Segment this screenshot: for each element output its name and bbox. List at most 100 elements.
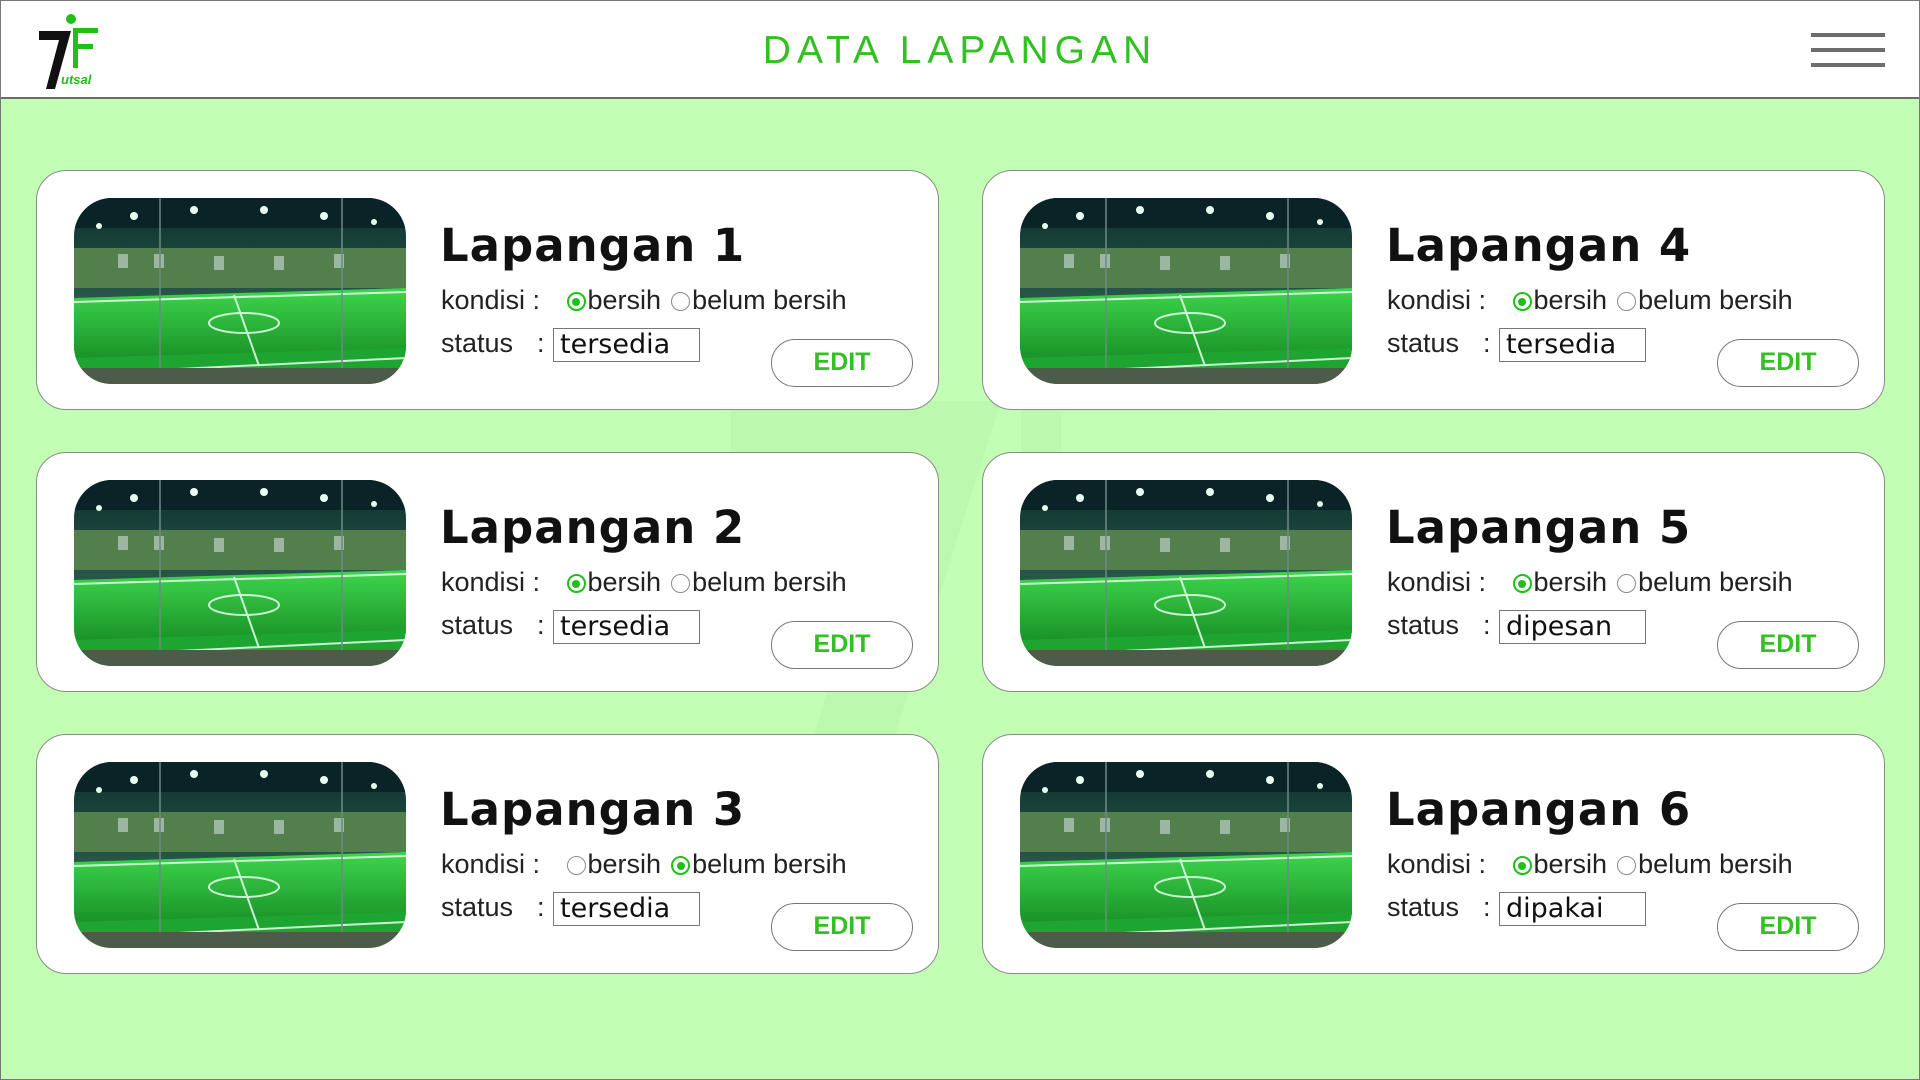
kondisi-label: kondisi : bbox=[1387, 849, 1487, 879]
kondisi-row: kondisi : bersih belum bersih bbox=[441, 285, 857, 316]
kondisi-option-bersih[interactable]: bersih bbox=[566, 849, 662, 880]
kondisi-row: kondisi : bersih belum bersih bbox=[1387, 567, 1803, 598]
field-name: Lapangan 1 bbox=[440, 219, 746, 272]
kondisi-row: kondisi : bersih belum bersih bbox=[1387, 285, 1803, 316]
option-label-bersih: bersih bbox=[587, 849, 662, 879]
kondisi-option-bersih[interactable]: bersih bbox=[1512, 567, 1608, 598]
radio-bersih[interactable] bbox=[1512, 574, 1532, 593]
status-row: status: bbox=[441, 892, 553, 923]
radio-belum-bersih[interactable] bbox=[1617, 856, 1637, 875]
status-input[interactable]: tersedia bbox=[553, 328, 700, 362]
radio-belum-bersih[interactable] bbox=[671, 574, 691, 593]
field-card-6: Lapangan 6 kondisi : bersih belum bersih … bbox=[982, 734, 1885, 974]
field-photo bbox=[1020, 198, 1352, 384]
field-name: Lapangan 5 bbox=[1386, 501, 1692, 554]
kondisi-label: kondisi : bbox=[441, 567, 541, 597]
radio-bersih[interactable] bbox=[1512, 292, 1532, 311]
kondisi-row: kondisi : bersih belum bersih bbox=[441, 849, 857, 880]
app-header: utsal DATA LAPANGAN bbox=[1, 1, 1919, 99]
kondisi-option-bersih[interactable]: bersih bbox=[1512, 849, 1608, 880]
option-label-belum-bersih: belum bersih bbox=[692, 285, 847, 315]
radio-bersih[interactable] bbox=[566, 292, 586, 311]
status-label: status bbox=[1387, 328, 1460, 358]
option-label-belum-bersih: belum bersih bbox=[692, 567, 847, 597]
kondisi-option-belum-bersih[interactable]: belum bersih bbox=[1617, 849, 1793, 880]
radio-bersih[interactable] bbox=[1512, 856, 1532, 875]
edit-button[interactable]: EDIT bbox=[1717, 339, 1859, 387]
kondisi-label: kondisi : bbox=[1387, 567, 1487, 597]
radio-bersih[interactable] bbox=[566, 574, 586, 593]
logo-subtext: utsal bbox=[61, 72, 92, 87]
status-input[interactable]: tersedia bbox=[553, 892, 700, 926]
kondisi-label: kondisi : bbox=[1387, 285, 1487, 315]
field-photo bbox=[74, 762, 406, 948]
edit-button[interactable]: EDIT bbox=[1717, 903, 1859, 951]
option-label-bersih: bersih bbox=[1533, 567, 1608, 597]
field-card-2: Lapangan 2 kondisi : bersih belum bersih … bbox=[36, 452, 939, 692]
kondisi-option-belum-bersih[interactable]: belum bersih bbox=[671, 849, 847, 880]
option-label-belum-bersih: belum bersih bbox=[1638, 849, 1793, 879]
kondisi-row: kondisi : bersih belum bersih bbox=[1387, 849, 1803, 880]
field-photo bbox=[1020, 762, 1352, 948]
kondisi-option-belum-bersih[interactable]: belum bersih bbox=[1617, 567, 1793, 598]
status-label: status bbox=[441, 892, 514, 922]
option-label-bersih: bersih bbox=[1533, 285, 1608, 315]
radio-belum-bersih[interactable] bbox=[671, 856, 691, 875]
edit-button[interactable]: EDIT bbox=[771, 339, 913, 387]
status-input[interactable]: dipakai bbox=[1499, 892, 1646, 926]
status-row: status: bbox=[1387, 328, 1499, 359]
kondisi-label: kondisi : bbox=[441, 849, 541, 879]
page-title: DATA LAPANGAN bbox=[762, 29, 1158, 72]
status-label: status bbox=[1387, 610, 1460, 640]
hamburger-menu-icon[interactable] bbox=[1811, 33, 1885, 67]
status-input[interactable]: dipesan bbox=[1499, 610, 1646, 644]
field-card-4: Lapangan 4 kondisi : bersih belum bersih … bbox=[982, 170, 1885, 410]
status-input[interactable]: tersedia bbox=[1499, 328, 1646, 362]
field-name: Lapangan 6 bbox=[1386, 783, 1692, 836]
status-colon: : bbox=[1483, 610, 1491, 640]
status-colon: : bbox=[1483, 328, 1491, 358]
kondisi-label: kondisi : bbox=[441, 285, 541, 315]
field-photo bbox=[74, 480, 406, 666]
kondisi-option-belum-bersih[interactable]: belum bersih bbox=[671, 567, 847, 598]
radio-belum-bersih[interactable] bbox=[1617, 292, 1637, 311]
status-row: status: bbox=[1387, 610, 1499, 641]
field-name: Lapangan 3 bbox=[440, 783, 746, 836]
status-label: status bbox=[1387, 892, 1460, 922]
option-label-belum-bersih: belum bersih bbox=[1638, 567, 1793, 597]
kondisi-option-bersih[interactable]: bersih bbox=[566, 285, 662, 316]
radio-bersih[interactable] bbox=[566, 856, 586, 875]
status-row: status: bbox=[441, 610, 553, 641]
field-card-1: Lapangan 1 kondisi : bersih belum bersih … bbox=[36, 170, 939, 410]
option-label-belum-bersih: belum bersih bbox=[692, 849, 847, 879]
option-label-bersih: bersih bbox=[1533, 849, 1608, 879]
status-colon: : bbox=[537, 892, 545, 922]
option-label-belum-bersih: belum bersih bbox=[1638, 285, 1793, 315]
kondisi-row: kondisi : bersih belum bersih bbox=[441, 567, 857, 598]
status-colon: : bbox=[537, 328, 545, 358]
status-label: status bbox=[441, 610, 514, 640]
status-row: status: bbox=[1387, 892, 1499, 923]
field-name: Lapangan 2 bbox=[440, 501, 746, 554]
field-name: Lapangan 4 bbox=[1386, 219, 1692, 272]
status-input[interactable]: tersedia bbox=[553, 610, 700, 644]
edit-button[interactable]: EDIT bbox=[771, 621, 913, 669]
kondisi-option-belum-bersih[interactable]: belum bersih bbox=[1617, 285, 1793, 316]
kondisi-option-bersih[interactable]: bersih bbox=[566, 567, 662, 598]
status-colon: : bbox=[537, 610, 545, 640]
edit-button[interactable]: EDIT bbox=[1717, 621, 1859, 669]
field-photo bbox=[1020, 480, 1352, 666]
field-card-5: Lapangan 5 kondisi : bersih belum bersih … bbox=[982, 452, 1885, 692]
edit-button[interactable]: EDIT bbox=[771, 903, 913, 951]
radio-belum-bersih[interactable] bbox=[671, 292, 691, 311]
status-colon: : bbox=[1483, 892, 1491, 922]
field-card-3: Lapangan 3 kondisi : bersih belum bersih … bbox=[36, 734, 939, 974]
radio-belum-bersih[interactable] bbox=[1617, 574, 1637, 593]
status-row: status: bbox=[441, 328, 553, 359]
option-label-bersih: bersih bbox=[587, 567, 662, 597]
kondisi-option-belum-bersih[interactable]: belum bersih bbox=[671, 285, 847, 316]
kondisi-option-bersih[interactable]: bersih bbox=[1512, 285, 1608, 316]
status-label: status bbox=[441, 328, 514, 358]
option-label-bersih: bersih bbox=[587, 285, 662, 315]
field-photo bbox=[74, 198, 406, 384]
